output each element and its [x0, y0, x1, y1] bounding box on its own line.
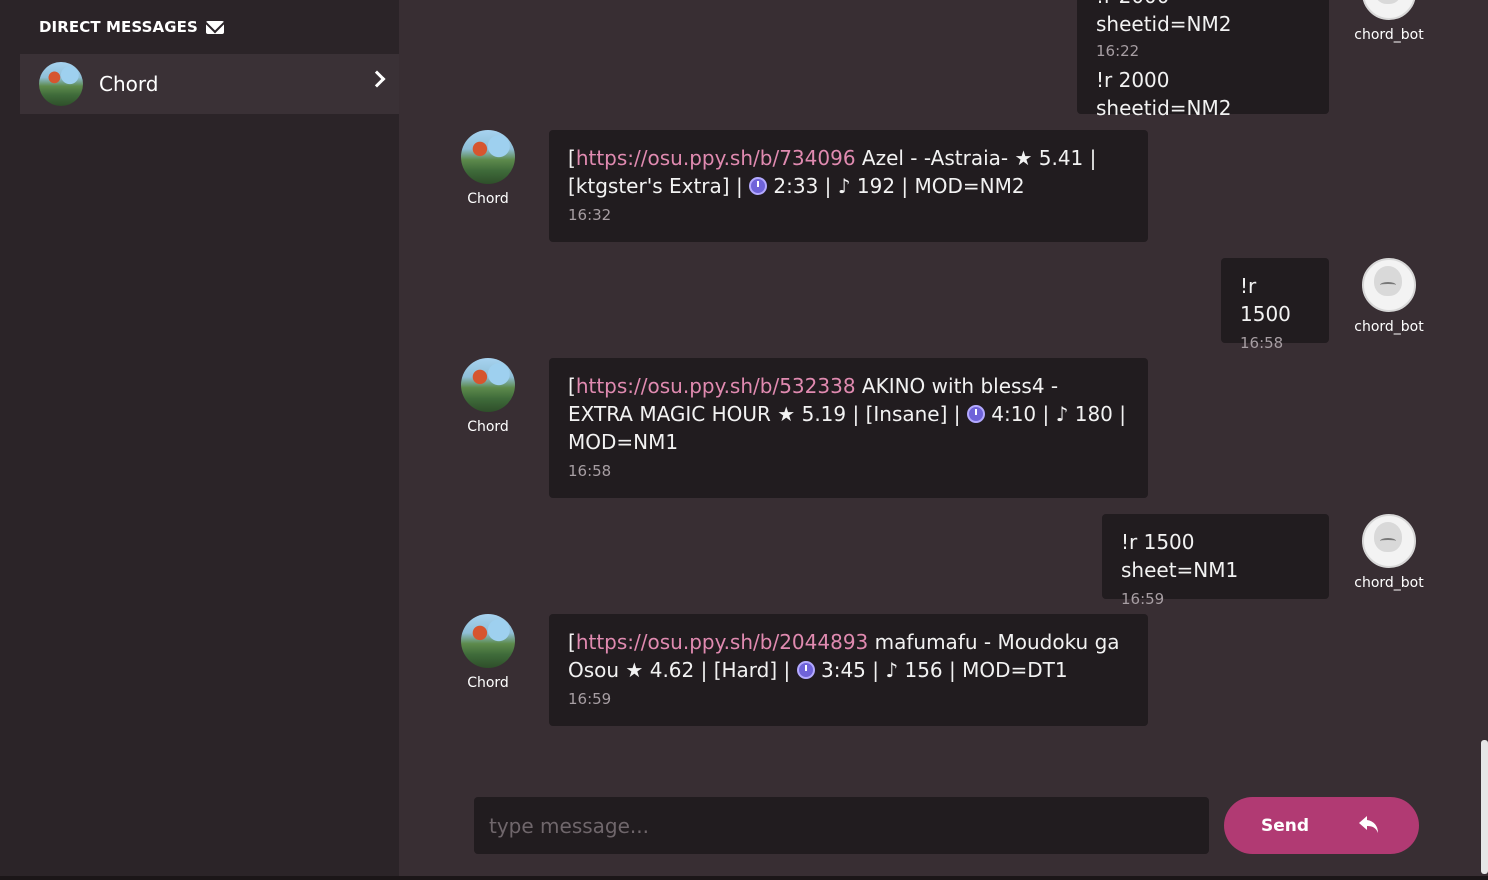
beatmap-link[interactable]: https://osu.ppy.sh/b/734096: [576, 146, 856, 170]
clock-icon: [749, 177, 768, 195]
send-button[interactable]: Send: [1224, 797, 1419, 854]
message-bubble: !r 1500 16:58: [1221, 258, 1329, 352]
avatar: [1362, 258, 1416, 312]
clock-icon: [966, 405, 985, 423]
avatar: [461, 130, 515, 184]
beatmap-link[interactable]: https://osu.ppy.sh/b/2044893: [576, 630, 868, 654]
scrollbar[interactable]: [1481, 740, 1488, 874]
avatar: [39, 62, 83, 106]
message-bubble: [https://osu.ppy.sh/b/2044893 mafumafu -…: [549, 614, 1148, 726]
message-input[interactable]: [474, 797, 1209, 854]
message-sender: chord_bot: [1344, 514, 1434, 591]
message-text: [https://osu.ppy.sh/b/734096 Azel - -Ast…: [568, 146, 1097, 198]
message-text: !r 2000 sheetid=NM2: [1096, 0, 1232, 36]
message-time: 16:58: [1240, 334, 1284, 352]
reply-icon: [1359, 816, 1378, 833]
message-time: 16:59: [1121, 590, 1165, 608]
message-time: 16:32: [568, 206, 612, 224]
message-sender: Chord: [443, 358, 533, 435]
sender-name: Chord: [467, 675, 509, 691]
send-button-label: Send: [1261, 815, 1310, 836]
sender-name: Chord: [467, 191, 509, 207]
avatar: [1362, 514, 1416, 568]
message-text: !r 1500 sheet=NM1: [1121, 530, 1239, 582]
chat-app: DIRECT MESSAGES Chord !r 2000 sheetid=NM…: [0, 0, 1488, 880]
beatmap-link[interactable]: https://osu.ppy.sh/b/532338: [576, 374, 856, 398]
direct-messages-header: DIRECT MESSAGES: [39, 18, 224, 36]
message-text: !r 2000 sheetid=NM2: [1096, 68, 1232, 120]
message-sender: Chord: [443, 614, 533, 691]
message-bubble: !r 2000 sheetid=NM2 16:22 !r 2000 sheeti…: [1077, 0, 1329, 146]
sidebar: DIRECT MESSAGES Chord: [0, 0, 399, 880]
sidebar-item-chord[interactable]: Chord: [20, 54, 399, 114]
avatar: [461, 358, 515, 412]
chevron-right-icon: [368, 70, 386, 88]
message-bubble: [https://osu.ppy.sh/b/532338 AKINO with …: [549, 358, 1148, 498]
clock-icon: [796, 661, 815, 679]
message-area[interactable]: !r 2000 sheetid=NM2 16:22 !r 2000 sheeti…: [399, 0, 1488, 880]
message-bubble: [https://osu.ppy.sh/b/734096 Azel - -Ast…: [549, 130, 1148, 242]
message-text: [https://osu.ppy.sh/b/532338 AKINO with …: [568, 374, 1126, 454]
sender-name: chord_bot: [1354, 27, 1424, 43]
sender-name: chord_bot: [1354, 575, 1424, 591]
message-time: 16:22: [1096, 42, 1140, 60]
sender-name: chord_bot: [1354, 319, 1424, 335]
message-sender: chord_bot: [1344, 0, 1434, 43]
message-text: !r 1500: [1240, 274, 1291, 326]
message-sender: Chord: [443, 130, 533, 207]
message-sender: chord_bot: [1344, 258, 1434, 335]
message-bubble: !r 1500 sheet=NM1 16:59: [1102, 514, 1329, 608]
sidebar-item-label: Chord: [99, 72, 159, 96]
direct-messages-title: DIRECT MESSAGES: [39, 18, 198, 36]
avatar: [461, 614, 515, 668]
message-text: [https://osu.ppy.sh/b/2044893 mafumafu -…: [568, 630, 1120, 682]
envelope-icon: [205, 20, 224, 34]
message-time: 16:58: [568, 462, 612, 480]
avatar: [1362, 0, 1416, 20]
message-time: 16:59: [568, 690, 612, 708]
bottom-divider: [0, 876, 1488, 880]
sender-name: Chord: [467, 419, 509, 435]
